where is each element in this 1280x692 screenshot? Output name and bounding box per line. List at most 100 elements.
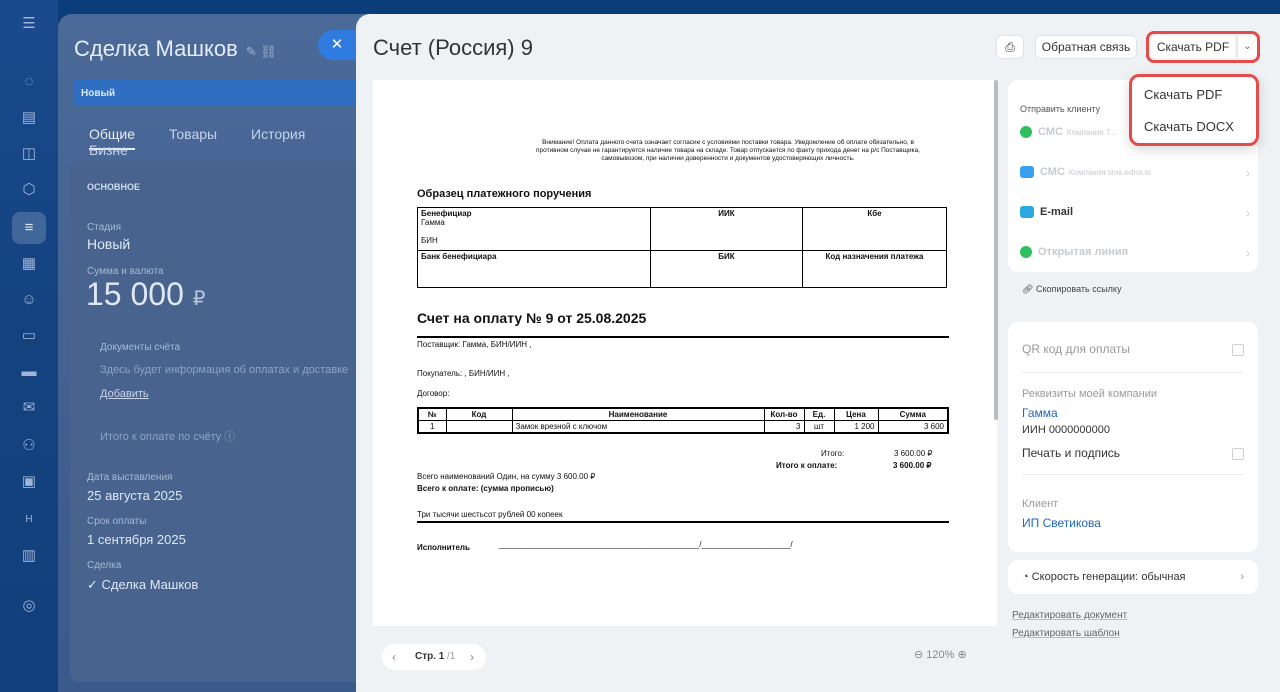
chat-icon[interactable]: ◌ — [19, 72, 39, 92]
issue-date-value[interactable]: 25 августа 2025 — [87, 488, 182, 503]
robot-icon[interactable]: ⬡ — [19, 180, 39, 200]
document-preview[interactable]: Внимание! Оплата данного счета означает … — [373, 80, 997, 626]
iik-cell: ИИК — [650, 207, 803, 251]
divider — [1022, 372, 1244, 373]
contacts-icon[interactable]: ⚇ — [19, 436, 39, 456]
menu-icon[interactable]: ☰ — [19, 14, 39, 34]
total-label: Итого: — [821, 449, 845, 458]
table-header-row: № Код Наименование Кол-во Ед. Цена Сумма — [417, 407, 949, 421]
qr-label: QR код для оплаты — [1022, 342, 1131, 356]
kbe-cell: Кбе — [802, 207, 947, 251]
download-dropdown: Скачать PDF Скачать DOCX — [1129, 74, 1259, 146]
deal-tabs: Общие Товары История Бизне — [89, 126, 378, 158]
invoice-title: Счет на оплату № 9 от 25.08.2025 — [417, 310, 647, 326]
copy-link[interactable]: 🔗︎ Скопировать ссылку — [1022, 284, 1121, 295]
due-date-value[interactable]: 1 сентября 2025 — [87, 532, 186, 547]
divider — [417, 521, 949, 523]
sms-icon — [1020, 166, 1034, 179]
download-pdf-button[interactable]: Скачать PDF — [1151, 36, 1235, 58]
zoom-out-icon[interactable]: ⊖ — [914, 649, 923, 661]
words-label: Всего к оплате: (сумма прописью) — [417, 484, 554, 493]
add-link[interactable]: Добавить — [100, 388, 149, 400]
divider — [417, 336, 949, 338]
section-title: ОСНОВНОЕ — [87, 182, 141, 192]
tab-business[interactable]: Бизне — [89, 142, 128, 158]
company-value[interactable]: Гамма — [1022, 406, 1058, 420]
total-value: 3 600.00 ₽ — [894, 449, 933, 458]
tab-products[interactable]: Товары — [169, 126, 217, 142]
zoom-level: 120% — [926, 649, 955, 661]
printer-icon: ⎙ — [1005, 40, 1015, 54]
pager: ‹ Стр. 1 /1 › — [382, 644, 486, 670]
executor-line: ________________________________________… — [499, 540, 793, 549]
company-label: Реквизиты моей компании — [1022, 388, 1158, 400]
messenger-icon[interactable]: ◫ — [19, 144, 39, 164]
edit-icon: ✎ ⛓ — [245, 44, 277, 59]
payment-table: Бенефициар Гамма БИН ИИК Кбе Банк бенефици… — [417, 207, 947, 288]
zoom-in-icon[interactable]: ⊕ — [957, 649, 966, 661]
stamp-checkbox[interactable] — [1232, 448, 1244, 460]
issue-date-label: Дата выставления — [87, 472, 173, 483]
calendar-icon[interactable]: ▦ — [19, 254, 39, 274]
screen-icon[interactable]: ▣ — [19, 472, 39, 492]
purpose-cell: Код назначения платежа — [802, 250, 947, 288]
deal-value[interactable]: ✓ Сделка Машков — [87, 577, 198, 593]
qr-checkbox[interactable] — [1232, 344, 1244, 356]
edit-template-link[interactable]: Редактировать шаблон — [1012, 628, 1120, 639]
to-pay-label: Итого к оплате: — [776, 461, 838, 470]
settings-card: QR код для оплаты Реквизиты моей компани… — [1008, 322, 1258, 552]
mail-icon — [1020, 206, 1034, 219]
deal-title: Сделка Машков ✎ ⛓ — [74, 36, 277, 61]
deal-label: Сделка — [87, 560, 122, 571]
executor-label: Исполнитель — [417, 543, 470, 552]
download-highlight: Скачать PDF ⌄ — [1146, 31, 1260, 63]
page-total: /1 — [447, 651, 456, 662]
client-value[interactable]: ИП Светикова — [1022, 516, 1101, 530]
page-number: Стр. 1 — [415, 651, 445, 662]
to-pay-value: 3 600.00 ₽ — [893, 461, 932, 470]
beneficiary-cell: Бенефициар Гамма БИН — [417, 207, 651, 251]
card-icon[interactable]: ▬ — [19, 362, 39, 382]
words-value: Три тысячи шестьсот рублей 00 копеек — [417, 510, 563, 519]
settings-icon[interactable]: ◎ — [19, 596, 39, 616]
left-sidebar: ☰ ◌ ▤ ◫ ⬡ ≡ ▦ ☺ ▭ ▬ ✉ ⚇ ▣ H ▥ ◎ — [0, 0, 58, 692]
table-row: 1 Замок врезной с ключом 3 шт 1 200 3 60… — [417, 420, 949, 434]
funnel-icon[interactable]: ≡ — [19, 218, 39, 238]
chevron-left-icon[interactable]: ‹ — [392, 644, 396, 670]
task-icon[interactable]: ▤ — [19, 108, 39, 128]
inn-value: ИИН 0000000000 — [1022, 424, 1110, 436]
zoom-control: ⊖ 120% ⊕ — [914, 648, 967, 661]
close-button[interactable]: ✕ — [318, 30, 356, 60]
send-email[interactable]: E-mail › — [1020, 206, 1250, 226]
document-icon[interactable]: ▭ — [19, 326, 39, 346]
speed-card[interactable]: ◔ Скорость генерации: обычная › — [1008, 560, 1258, 594]
mail-icon[interactable]: ✉ — [19, 398, 39, 418]
edit-document-link[interactable]: Редактировать документ — [1012, 610, 1127, 621]
page-title: Счет (Россия) 9 — [373, 35, 533, 60]
warning-text: Внимание! Оплата данного счета означает … — [535, 139, 921, 162]
bank-cell: Банк бенефициара — [417, 250, 651, 288]
table-icon[interactable]: ▥ — [19, 546, 39, 566]
stage-label: Стадия — [87, 222, 122, 233]
send-open-line[interactable]: Открытая линия › — [1020, 246, 1250, 266]
print-button[interactable]: ⎙ — [996, 35, 1024, 59]
stage-value[interactable]: Новый — [87, 236, 130, 252]
h-icon[interactable]: H — [19, 510, 39, 530]
docs-label: Документы счёта — [100, 342, 181, 353]
scrollbar[interactable] — [994, 80, 998, 420]
dropdown-item-pdf[interactable]: Скачать PDF — [1144, 87, 1222, 102]
chevron-right-icon[interactable]: › — [470, 644, 474, 670]
tab-history[interactable]: История — [251, 126, 305, 142]
dropdown-item-docx[interactable]: Скачать DOCX — [1144, 119, 1234, 134]
bot-icon[interactable]: ☺ — [19, 290, 39, 310]
client-label: Клиент — [1022, 498, 1059, 510]
link-icon: 🔗︎ — [1022, 284, 1034, 294]
stage-bar[interactable]: Новый — [73, 80, 378, 106]
chevron-right-icon: › — [1240, 571, 1244, 583]
feedback-button[interactable]: Обратная связь — [1035, 35, 1137, 59]
chevron-down-icon[interactable]: ⌄ — [1237, 36, 1257, 58]
supplier-text: Поставщик: Гамма, БИН/ИИН , — [417, 340, 532, 349]
send-sms-2[interactable]: СМС Компания sms.edna.io › — [1020, 166, 1250, 186]
docs-text: Здесь будет информация об оплатах и дост… — [100, 364, 349, 376]
items-table: № Код Наименование Кол-во Ед. Цена Сумма… — [417, 407, 949, 434]
